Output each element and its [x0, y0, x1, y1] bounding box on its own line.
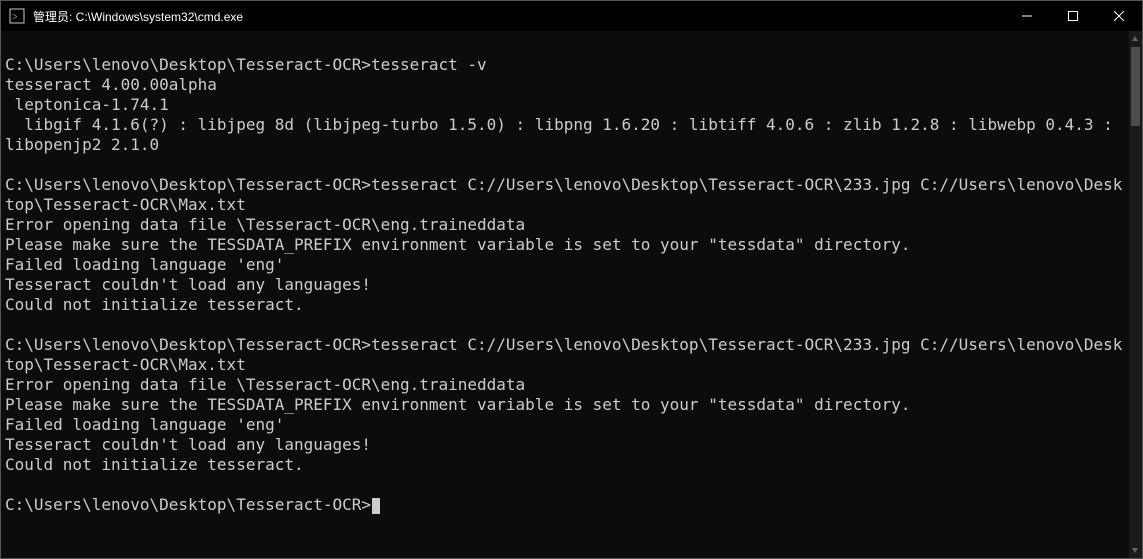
svg-text:>: > — [12, 12, 18, 23]
maximize-button[interactable] — [1050, 1, 1096, 31]
prompt-line[interactable]: C:\Users\lenovo\Desktop\Tesseract-OCR> — [5, 495, 1129, 515]
cmd-icon: > — [9, 8, 25, 24]
window-title: 管理员: C:\Windows\system32\cmd.exe — [33, 8, 243, 25]
output-line: Failed loading language 'eng' — [5, 415, 1129, 435]
output-line: Error opening data file \Tesseract-OCR\e… — [5, 375, 1129, 395]
output-line: Please make sure the TESSDATA_PREFIX env… — [5, 235, 1129, 255]
prompt-line: C:\Users\lenovo\Desktop\Tesseract-OCR>te… — [5, 335, 1129, 375]
output-line: Tesseract couldn't load any languages! — [5, 275, 1129, 295]
output-line: libgif 4.1.6(?) : libjpeg 8d (libjpeg-tu… — [5, 115, 1129, 155]
scroll-track[interactable] — [1129, 47, 1142, 542]
minimize-button[interactable] — [1004, 1, 1050, 31]
scroll-thumb[interactable] — [1131, 47, 1140, 126]
output-line: Could not initialize tesseract. — [5, 455, 1129, 475]
vertical-scrollbar[interactable] — [1129, 31, 1142, 558]
output-line: Error opening data file \Tesseract-OCR\e… — [5, 215, 1129, 235]
output-line: Could not initialize tesseract. — [5, 295, 1129, 315]
client-area: C:\Users\lenovo\Desktop\Tesseract-OCR> te… — [1, 31, 1142, 558]
close-button[interactable] — [1096, 1, 1142, 31]
scroll-up-button[interactable] — [1129, 31, 1142, 47]
blank-line — [5, 35, 1129, 55]
terminal-output[interactable]: C:\Users\lenovo\Desktop\Tesseract-OCR> te… — [1, 31, 1129, 558]
output-line: Failed loading language 'eng' — [5, 255, 1129, 275]
output-line: tesseract 4.00.00alpha — [5, 75, 1129, 95]
cmd-window: > 管理员: C:\Windows\system32\cmd.exe C:\Us… — [0, 0, 1143, 559]
blank-line — [5, 155, 1129, 175]
text-cursor — [372, 498, 380, 514]
output-line: Tesseract couldn't load any languages! — [5, 435, 1129, 455]
prompt-line: C:\Users\lenovo\Desktop\Tesseract-OCR>te… — [5, 55, 1129, 75]
blank-line — [5, 315, 1129, 335]
prompt-line: C:\Users\lenovo\Desktop\Tesseract-OCR>te… — [5, 175, 1129, 215]
output-line: Please make sure the TESSDATA_PREFIX env… — [5, 395, 1129, 415]
blank-line — [5, 475, 1129, 495]
output-line: leptonica-1.74.1 — [5, 95, 1129, 115]
titlebar[interactable]: > 管理员: C:\Windows\system32\cmd.exe — [1, 1, 1142, 31]
scroll-down-button[interactable] — [1129, 542, 1142, 558]
